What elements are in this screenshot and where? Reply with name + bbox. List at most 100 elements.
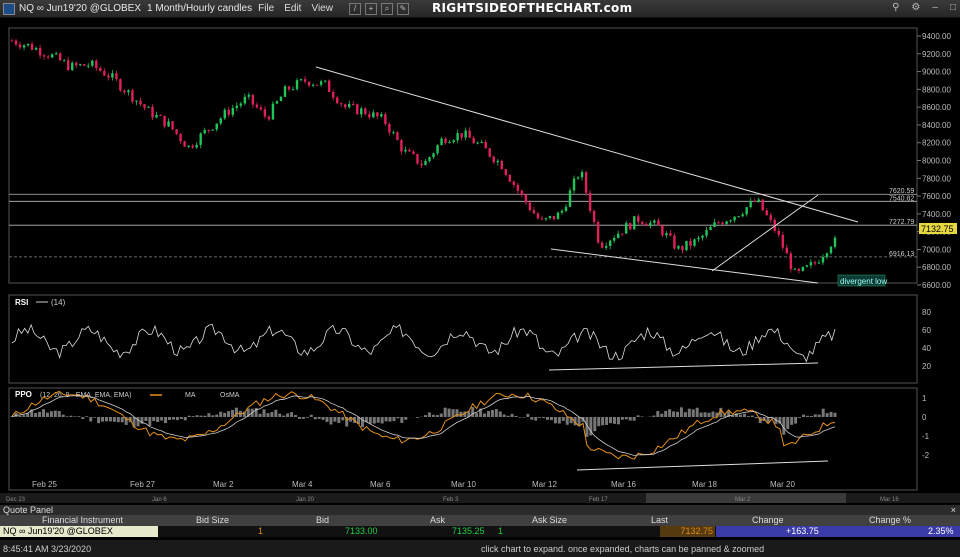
osma-bar <box>506 415 510 417</box>
col-instrument[interactable]: Financial Instrument <box>42 515 123 526</box>
osma-bar <box>231 409 235 417</box>
osma-bar <box>801 414 805 417</box>
osma-bar <box>668 409 672 417</box>
osma-bar <box>494 409 498 417</box>
osma-bar <box>258 413 262 417</box>
price-tick-label: 9400.00 <box>922 32 951 41</box>
col-ask[interactable]: Ask <box>430 515 445 526</box>
candle-body <box>263 109 267 117</box>
ppo-divergence-line <box>576 460 829 471</box>
osma-bar <box>136 417 140 427</box>
candle-body <box>568 190 572 207</box>
minimize-icon[interactable]: – <box>932 2 938 13</box>
osma-bar <box>270 412 274 417</box>
chart-area[interactable]: 9400.00 9200.00 9000.00 8800.00 8600.00 8400.… <box>0 18 960 505</box>
osma-bar <box>817 414 821 417</box>
candle-body <box>677 246 680 249</box>
rsi-tick-label: 40 <box>922 344 931 353</box>
rsi-label[interactable]: RSI <box>15 298 28 307</box>
osma-bar <box>22 415 26 417</box>
candle-body <box>171 121 174 130</box>
price-tick-label: 9200.00 <box>922 50 951 59</box>
candle-body <box>540 218 544 220</box>
candle-body <box>83 64 86 66</box>
osma-bar <box>152 417 156 422</box>
timeframe-selector[interactable]: 1 Month/Hourly candles <box>147 3 252 14</box>
candle-body <box>107 75 110 78</box>
quote-panel-header[interactable]: Quote Panel × <box>0 505 960 515</box>
candle-body <box>452 140 455 143</box>
candle-body <box>584 172 588 193</box>
osma-bar <box>207 413 211 417</box>
candle-body <box>115 73 118 80</box>
price-tick-label: 7000.00 <box>922 245 951 254</box>
candle-body <box>79 64 82 66</box>
candle-body <box>267 116 271 120</box>
candle-body <box>384 114 387 124</box>
x-axis-label: Feb 25 <box>32 480 57 489</box>
candle-body <box>215 123 218 130</box>
col-change-pct[interactable]: Change % <box>869 515 911 526</box>
candle-body <box>348 103 351 108</box>
horizontal-level-label: 6916.13 <box>889 251 914 258</box>
candle-body <box>633 216 636 230</box>
ppo-label[interactable]: PPO <box>15 390 32 399</box>
menu-view[interactable]: View <box>311 3 333 14</box>
horizontal-level-label: 7272.79 <box>889 219 914 226</box>
candle-body <box>408 149 411 152</box>
crosshair-icon[interactable]: + <box>364 2 377 15</box>
table-row[interactable]: NQ ∞ Jun19'20 @GLOBEX 1 7133.00 7135.25 … <box>0 526 960 537</box>
link-icon[interactable]: ⚲ <box>892 2 899 13</box>
col-change[interactable]: Change <box>752 515 784 526</box>
current-price-label: 7132.75 <box>921 224 954 234</box>
osma-bar <box>282 415 286 417</box>
osma-bar <box>105 417 109 422</box>
candle-body <box>492 156 495 163</box>
osma-bar <box>195 415 199 417</box>
osma-bar <box>636 415 640 417</box>
candle-body <box>380 114 383 117</box>
chart-tool-icon[interactable]: / <box>348 2 361 15</box>
candle-body <box>219 118 222 124</box>
menu-edit[interactable]: Edit <box>284 3 301 14</box>
osma-bar <box>593 417 597 432</box>
osma-bar <box>61 414 65 417</box>
col-bid[interactable]: Bid <box>316 515 329 526</box>
col-last[interactable]: Last <box>651 515 668 526</box>
osma-bar <box>423 415 427 417</box>
candle-body <box>564 206 568 211</box>
draw-icon[interactable]: ✎ <box>396 2 409 15</box>
close-icon[interactable]: × <box>951 505 956 515</box>
candle-body <box>307 81 311 86</box>
maximize-icon[interactable]: □ <box>950 2 956 13</box>
col-ask-size[interactable]: Ask Size <box>532 515 567 526</box>
symbol-title[interactable]: NQ ∞ Jun19'20 @GLOBEX <box>19 3 141 14</box>
scrollbar-date-label: Dec 23 <box>6 497 26 503</box>
osma-bar <box>144 417 148 422</box>
col-bid-size[interactable]: Bid Size <box>196 515 229 526</box>
osma-bar <box>597 417 601 427</box>
osma-bar <box>89 417 93 422</box>
candle-body <box>360 108 363 115</box>
osma-bar <box>672 411 676 417</box>
x-axis-label: Mar 18 <box>692 480 717 489</box>
scrollbar-date-label: Jan 20 <box>296 497 315 503</box>
osma-bar <box>81 417 85 419</box>
osma-histogram <box>10 407 837 437</box>
settings-icon[interactable]: ⚙ <box>911 2 920 13</box>
candle-body <box>617 233 620 238</box>
candle-body <box>496 160 499 163</box>
osma-bar <box>522 417 526 418</box>
candle-body <box>416 153 419 164</box>
candle-body <box>460 133 463 138</box>
candle-body <box>472 137 475 144</box>
menu-file[interactable]: File <box>258 3 274 14</box>
osma-bar <box>656 411 660 417</box>
osma-bar <box>101 417 105 422</box>
candle-body <box>769 215 772 220</box>
candle-body <box>95 60 98 68</box>
zoom-icon[interactable]: ⌕ <box>380 2 393 15</box>
osma-bar <box>526 413 530 417</box>
scrollbar-date-label: Feb 17 <box>589 497 608 503</box>
candle-body <box>424 160 427 166</box>
